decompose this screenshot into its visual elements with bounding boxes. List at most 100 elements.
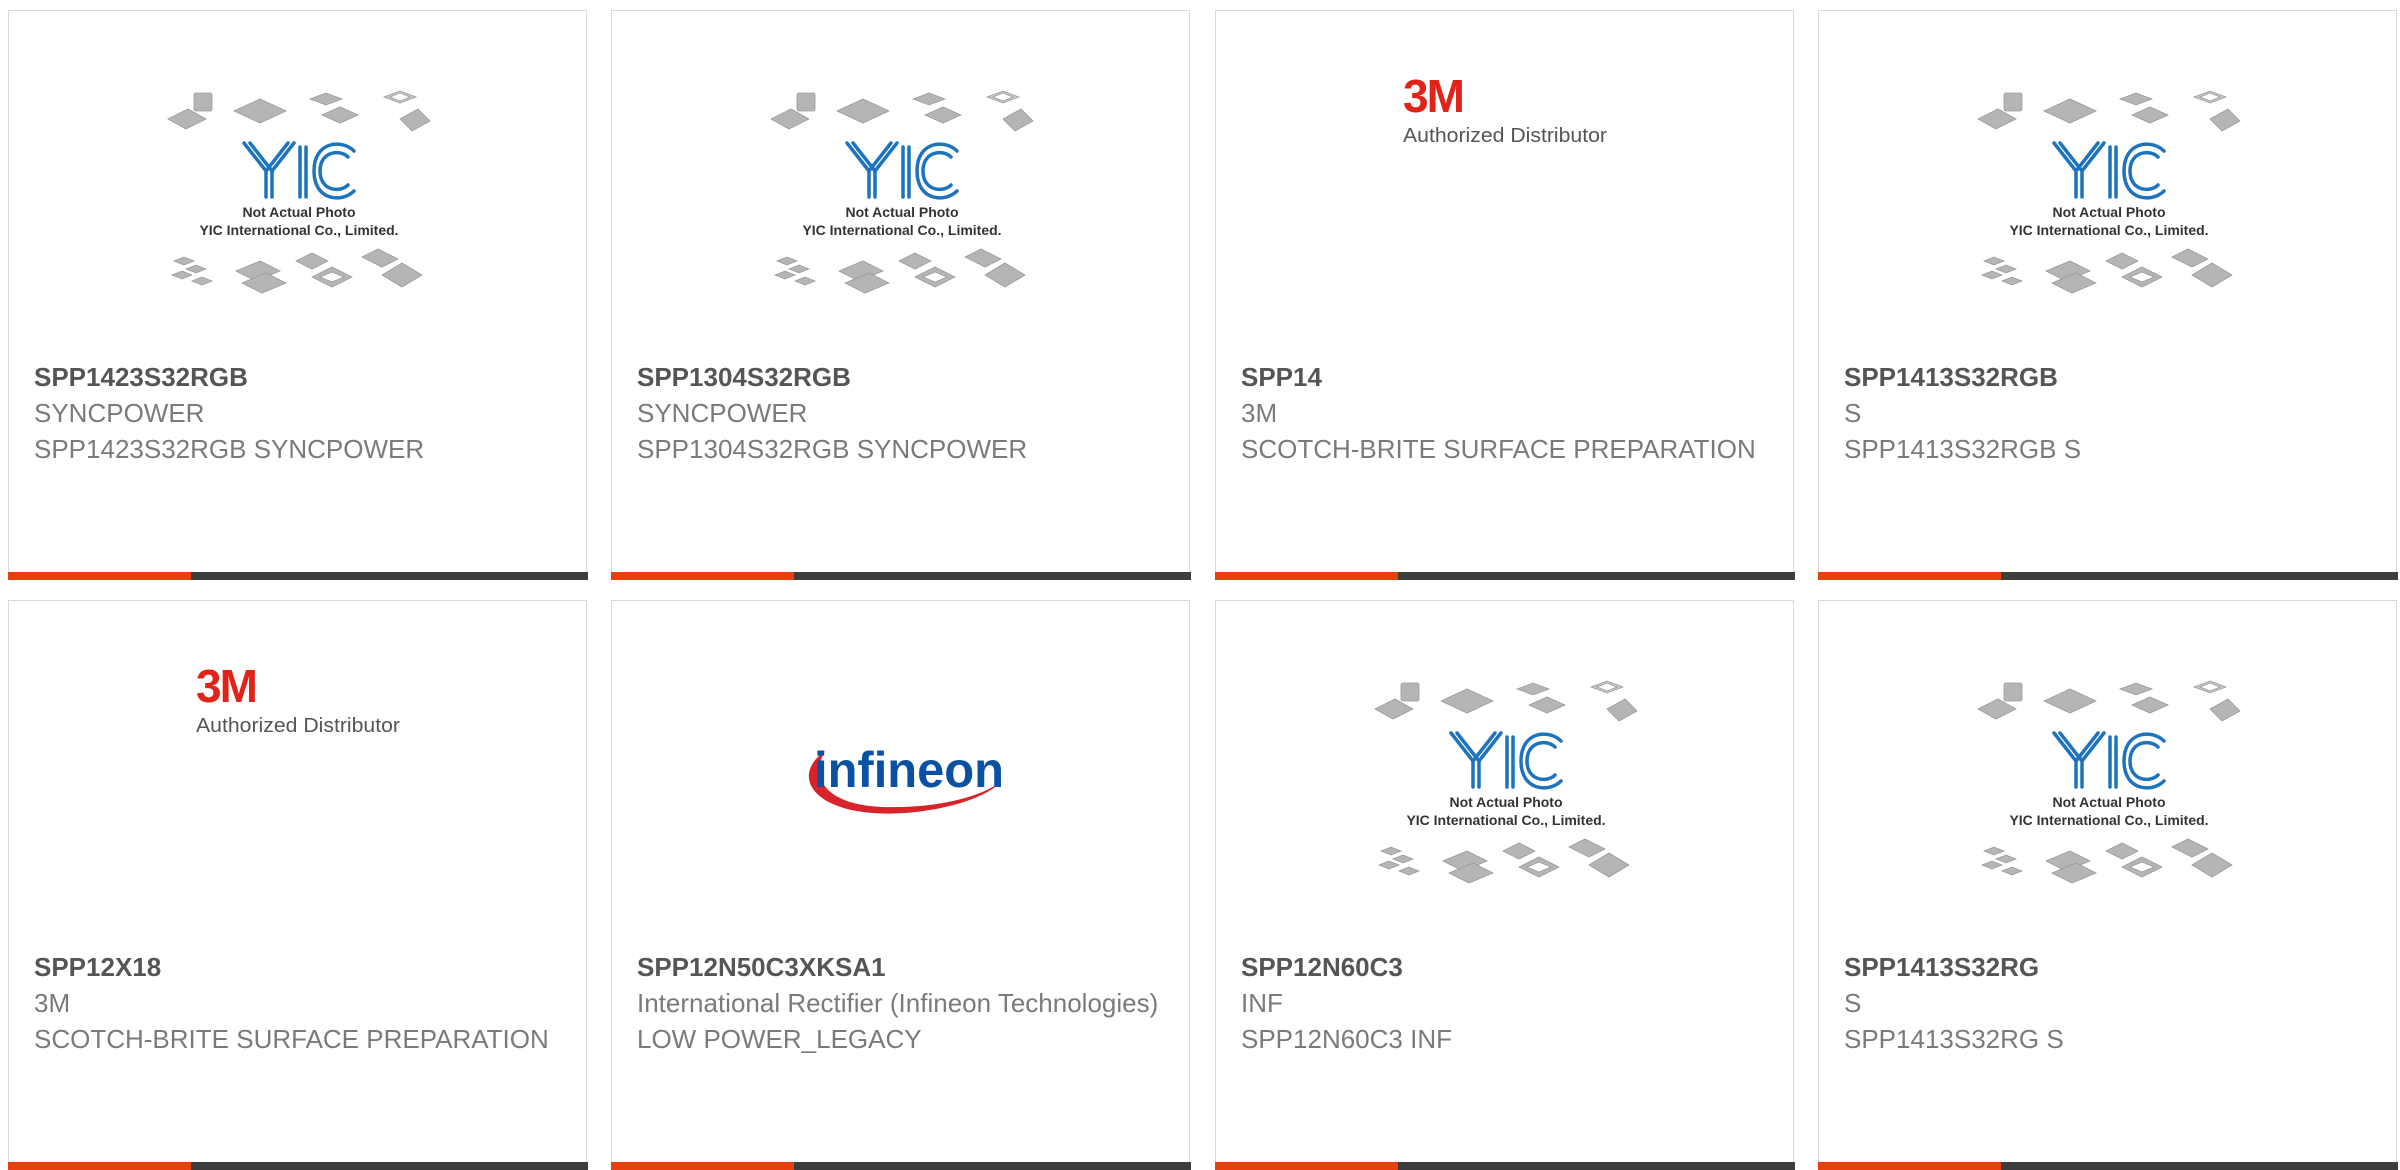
not-actual-photo-label: Not Actual Photo <box>845 204 958 220</box>
part-number[interactable]: SPP1423S32RGB <box>34 359 564 395</box>
manufacturer: S <box>1844 398 1862 428</box>
manufacturer: International Rectifier (Infineon Techno… <box>637 988 1159 1018</box>
part-number[interactable]: SPP12N50C3XKSA1 <box>637 949 1167 985</box>
product-card[interactable]: Not Actual Photo YIC International Co., … <box>610 10 1191 580</box>
chip-packages-top-icon <box>1373 680 1638 722</box>
card-footer-accent <box>7 572 191 580</box>
chip-packages-bottom-icon <box>773 248 1026 294</box>
card-footer-bar <box>610 1162 1191 1170</box>
product-card[interactable]: Not Actual Photo YIC International Co., … <box>1214 600 1795 1170</box>
product-image: 3M Authorized Distributor <box>1216 67 1795 329</box>
description: SPP1423S32RGB SYNCPOWER <box>34 434 425 464</box>
product-info: SPP1423S32RGB SYNCPOWER SPP1423S32RGB SY… <box>34 359 564 467</box>
card-footer-bar <box>610 572 1191 580</box>
card-footer-accent <box>1214 1162 1398 1170</box>
part-number[interactable]: SPP1304S32RGB <box>637 359 1167 395</box>
yic-logo-icon <box>2051 731 2166 790</box>
product-card[interactable]: Not Actual Photo YIC International Co., … <box>7 10 588 580</box>
part-number[interactable]: SPP12X18 <box>34 949 564 985</box>
card-footer-bar <box>1214 572 1795 580</box>
product-card[interactable]: 3M Authorized Distributor SPP12X18 3M SC… <box>7 600 588 1170</box>
card-footer-accent <box>1817 1162 2001 1170</box>
authorized-distributor-label: Authorized Distributor <box>196 715 400 737</box>
not-actual-photo-label: Not Actual Photo <box>242 204 355 220</box>
product-info: SPP1413S32RGB S SPP1413S32RGB S <box>1844 359 2374 467</box>
not-actual-photo-label: Not Actual Photo <box>2052 794 2165 810</box>
part-number[interactable]: SPP1413S32RG <box>1844 949 2374 985</box>
3m-authorized-distributor-image: 3M Authorized Distributor <box>196 660 400 737</box>
product-image: Not Actual Photo YIC International Co., … <box>1216 679 1795 941</box>
chip-packages-bottom-icon <box>1377 838 1630 884</box>
card-footer-accent <box>610 572 794 580</box>
part-number[interactable]: SPP14 <box>1241 359 1771 395</box>
product-card[interactable]: Not Actual Photo YIC International Co., … <box>1817 600 2398 1170</box>
yic-not-actual-photo-image: Not Actual Photo YIC International Co., … <box>166 90 431 294</box>
description: SPP1413S32RGB S <box>1844 434 2082 464</box>
manufacturer: SYNCPOWER <box>34 398 205 428</box>
yic-not-actual-photo-image: Not Actual Photo YIC International Co., … <box>1976 680 2241 884</box>
product-card[interactable]: 3M Authorized Distributor SPP14 3M SCOTC… <box>1214 10 1795 580</box>
card-footer-bar <box>7 1162 588 1170</box>
yic-not-actual-photo-image: Not Actual Photo YIC International Co., … <box>1373 680 1638 884</box>
product-info: SPP1304S32RGB SYNCPOWER SPP1304S32RGB SY… <box>637 359 1167 467</box>
description: SCOTCH-BRITE SURFACE PREPARATION <box>1241 434 1756 464</box>
manufacturer: S <box>1844 988 1862 1018</box>
yic-company-label: YIC International Co., Limited. <box>2009 222 2208 238</box>
product-image: Not Actual Photo YIC International Co., … <box>9 89 588 351</box>
description: SCOTCH-BRITE SURFACE PREPARATION <box>34 1024 549 1054</box>
yic-company-label: YIC International Co., Limited. <box>199 222 398 238</box>
chip-packages-bottom-icon <box>1980 248 2233 294</box>
product-image: infineon <box>612 723 1191 985</box>
manufacturer: 3M <box>34 988 71 1018</box>
manufacturer: 3M <box>1241 398 1278 428</box>
card-footer-accent <box>610 1162 794 1170</box>
chip-packages-bottom-icon <box>170 248 423 294</box>
authorized-distributor-label: Authorized Distributor <box>1403 125 1607 147</box>
chip-packages-bottom-icon <box>1980 838 2233 884</box>
not-actual-photo-label: Not Actual Photo <box>1449 794 1562 810</box>
product-grid: Not Actual Photo YIC International Co., … <box>0 0 2400 1170</box>
product-info: SPP12N60C3 INF SPP12N60C3 INF <box>1241 949 1771 1057</box>
description: SPP1304S32RGB SYNCPOWER <box>637 434 1028 464</box>
chip-packages-top-icon <box>769 90 1034 132</box>
product-card[interactable]: infineon SPP12N50C3XKSA1 International R… <box>610 600 1191 1170</box>
description: LOW POWER_LEGACY <box>637 1024 922 1054</box>
card-footer-bar <box>7 572 588 580</box>
manufacturer: SYNCPOWER <box>637 398 808 428</box>
card-footer-accent <box>1817 572 2001 580</box>
part-number[interactable]: SPP1413S32RGB <box>1844 359 2374 395</box>
product-image: 3M Authorized Distributor <box>9 657 588 919</box>
yic-company-label: YIC International Co., Limited. <box>2009 812 2208 828</box>
product-image: Not Actual Photo YIC International Co., … <box>1819 89 2398 351</box>
product-info: SPP14 3M SCOTCH-BRITE SURFACE PREPARATIO… <box>1241 359 1771 467</box>
product-image: Not Actual Photo YIC International Co., … <box>612 89 1191 351</box>
part-number[interactable]: SPP12N60C3 <box>1241 949 1771 985</box>
yic-company-label: YIC International Co., Limited. <box>1406 812 1605 828</box>
yic-logo-icon <box>1448 731 1563 790</box>
card-footer-bar <box>1214 1162 1795 1170</box>
yic-logo-icon <box>2051 141 2166 200</box>
product-image: Not Actual Photo YIC International Co., … <box>1819 679 2398 941</box>
3m-logo-icon: 3M <box>196 660 256 712</box>
yic-company-label: YIC International Co., Limited. <box>802 222 1001 238</box>
yic-not-actual-photo-image: Not Actual Photo YIC International Co., … <box>1976 90 2241 294</box>
infineon-logo-icon: infineon <box>814 742 1004 798</box>
3m-logo-icon: 3M <box>1403 70 1463 122</box>
3m-authorized-distributor-image: 3M Authorized Distributor <box>1403 70 1607 147</box>
chip-packages-top-icon <box>166 90 431 132</box>
description: SPP12N60C3 INF <box>1241 1024 1452 1054</box>
product-info: SPP1413S32RG S SPP1413S32RG S <box>1844 949 2374 1057</box>
card-footer-bar <box>1817 1162 2398 1170</box>
yic-not-actual-photo-image: Not Actual Photo YIC International Co., … <box>769 90 1034 294</box>
not-actual-photo-label: Not Actual Photo <box>2052 204 2165 220</box>
chip-packages-top-icon <box>1976 680 2241 722</box>
product-info: SPP12X18 3M SCOTCH-BRITE SURFACE PREPARA… <box>34 949 564 1057</box>
description: SPP1413S32RG S <box>1844 1024 2064 1054</box>
product-info: SPP12N50C3XKSA1 International Rectifier … <box>637 949 1167 1057</box>
yic-logo-icon <box>241 141 356 200</box>
yic-logo-icon <box>844 141 959 200</box>
infineon-logo-image: infineon <box>808 742 1004 814</box>
card-footer-accent <box>7 1162 191 1170</box>
product-card[interactable]: Not Actual Photo YIC International Co., … <box>1817 10 2398 580</box>
card-footer-bar <box>1817 572 2398 580</box>
